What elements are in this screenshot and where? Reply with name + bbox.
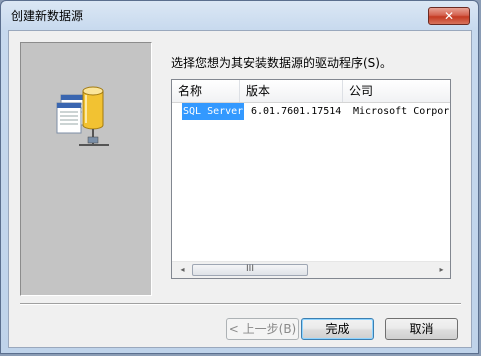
list-header: 名称 版本 公司 [172,80,450,103]
scroll-right-arrow-icon[interactable]: ▸ [433,262,450,278]
scroll-thumb[interactable]: III [192,264,308,276]
divider [20,303,461,305]
title-bar[interactable]: 创建新数据源 ✕ [1,1,478,29]
driver-list[interactable]: 名称 版本 公司 SQL Server 6.01.7601.17514 Micr… [171,79,451,279]
close-icon: ✕ [443,9,455,23]
table-row[interactable]: SQL Server 6.01.7601.17514 Microsoft Cor… [172,103,450,120]
driver-name-cell[interactable]: SQL Server [182,103,245,120]
database-datasource-icon [56,86,109,146]
back-button[interactable]: < 上一步(B) [226,318,299,340]
driver-company-cell: Microsoft Corpora [353,106,451,117]
column-header-company[interactable]: 公司 [343,80,450,102]
column-header-name[interactable]: 名称 [172,80,240,102]
window-title: 创建新数据源 [11,9,84,23]
scroll-left-arrow-icon[interactable]: ◂ [174,262,191,278]
column-header-version[interactable]: 版本 [240,80,343,102]
cancel-button[interactable]: 取消 [385,318,458,340]
driver-version-cell: 6.01.7601.17514 [251,106,342,117]
create-data-source-dialog: 创建新数据源 ✕ 选择您想为其安装数据源的驱动程序(S)。 名称 版本 公司 S… [0,0,479,354]
instruction-text: 选择您想为其安装数据源的驱动程序(S)。 [171,56,392,70]
finish-button[interactable]: 完成 [301,318,374,340]
close-button[interactable]: ✕ [428,7,470,25]
wizard-image-panel [20,42,152,296]
dialog-body: 选择您想为其安装数据源的驱动程序(S)。 名称 版本 公司 SQL Server… [8,30,472,348]
horizontal-scrollbar[interactable]: ◂ III ▸ [172,261,450,278]
